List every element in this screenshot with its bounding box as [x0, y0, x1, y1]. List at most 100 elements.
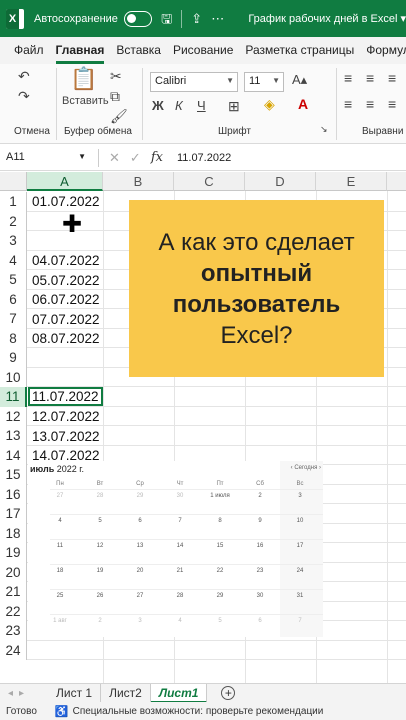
column-header-a[interactable]: A	[27, 172, 103, 191]
calendar-today[interactable]: Сегодня	[294, 465, 317, 471]
font-size-select[interactable]: 11 ▼	[244, 72, 284, 92]
column-header-e[interactable]: E	[316, 172, 387, 191]
calendar-day[interactable]: 29	[130, 493, 150, 499]
calendar-day[interactable]: 31	[290, 593, 310, 599]
calendar-day[interactable]: 12	[90, 543, 110, 549]
calendar-day[interactable]: 17	[290, 543, 310, 549]
column-header-b[interactable]: B	[103, 172, 174, 191]
calendar-day[interactable]: 27	[50, 493, 70, 499]
tab-file[interactable]: Файл	[10, 43, 52, 64]
accessibility-icon[interactable]: ♿	[55, 705, 69, 718]
insert-function-button[interactable]: fx	[151, 150, 163, 165]
row-header[interactable]: 4	[0, 250, 27, 270]
cell-a12[interactable]: 12.07.2022	[28, 407, 103, 426]
save-icon[interactable]: 🖫	[160, 11, 173, 27]
calendar-day[interactable]: 5	[210, 618, 230, 624]
formula-input[interactable]: 11.07.2022	[177, 152, 231, 164]
sheet-tab-list-1[interactable]: Лист 1	[48, 683, 102, 703]
tab-home[interactable]: Главная	[52, 43, 113, 64]
calendar-day[interactable]: 20	[130, 568, 150, 574]
row-header[interactable]: 21	[0, 582, 27, 602]
tab-formulas[interactable]: Формулы	[362, 43, 406, 64]
row-header[interactable]: 20	[0, 562, 27, 582]
calendar-day[interactable]: 3	[290, 493, 310, 499]
calendar-day[interactable]: 28	[90, 493, 110, 499]
cell-a6[interactable]: 06.07.2022	[28, 290, 103, 309]
italic-button[interactable]: К	[175, 98, 183, 113]
row-header[interactable]: 8	[0, 328, 27, 348]
align-top-icon[interactable]: ≡	[344, 70, 352, 86]
format-painter-icon[interactable]: 🖌	[110, 108, 128, 125]
calendar-day[interactable]: 11	[50, 543, 70, 549]
bold-button[interactable]: Ж	[152, 98, 164, 113]
column-header-d[interactable]: D	[245, 172, 316, 191]
calendar-day[interactable]: 19	[90, 568, 110, 574]
row-header[interactable]: 16	[0, 484, 27, 504]
font-name-select[interactable]: Calibri ▼	[150, 72, 238, 92]
row-header[interactable]: 11	[0, 387, 27, 407]
paste-icon[interactable]: 📋	[70, 66, 97, 92]
underline-button[interactable]: Ч	[197, 98, 206, 113]
calendar-day[interactable]: 26	[90, 593, 110, 599]
calendar-day[interactable]: 7	[170, 518, 190, 524]
calendar-day[interactable]: 9	[250, 518, 270, 524]
undo-icon[interactable]: ↶	[18, 68, 30, 85]
calendar-day[interactable]: 22	[210, 568, 230, 574]
document-title[interactable]: График рабочих дней в Excel ▾	[248, 12, 406, 25]
calendar-day[interactable]: 1 авг	[50, 618, 70, 624]
calendar-day[interactable]: 1 июля	[210, 493, 230, 499]
fill-color-icon[interactable]: ◈	[264, 96, 275, 113]
cancel-icon[interactable]: ✕	[109, 150, 120, 166]
name-box[interactable]: A11 ▼	[0, 147, 92, 169]
calendar-day[interactable]: 23	[250, 568, 270, 574]
borders-icon[interactable]: ⊞	[228, 98, 240, 115]
sheet-tab-list1[interactable]: Лист1	[150, 683, 208, 703]
row-header[interactable]: 18	[0, 523, 27, 543]
row-header[interactable]: 6	[0, 289, 27, 309]
redo-icon[interactable]: ↷	[18, 88, 30, 105]
calendar-day[interactable]: 27	[130, 593, 150, 599]
row-header[interactable]: 14	[0, 445, 27, 465]
calendar-day[interactable]: 6	[250, 618, 270, 624]
calendar-day[interactable]: 24	[290, 568, 310, 574]
sheet-nav-arrows-icon[interactable]: ◂▸	[0, 688, 48, 699]
align-right-icon[interactable]: ≡	[388, 96, 396, 112]
row-header[interactable]: 23	[0, 621, 27, 641]
row-header[interactable]: 10	[0, 367, 27, 387]
calendar-day[interactable]: 16	[250, 543, 270, 549]
row-header[interactable]: 1	[0, 192, 27, 212]
cell-a1[interactable]: 01.07.2022	[28, 192, 103, 211]
calendar-day[interactable]: 2	[250, 493, 270, 499]
calendar-day[interactable]: 25	[50, 593, 70, 599]
calendar-day[interactable]: 2	[90, 618, 110, 624]
sheet-tab-list2[interactable]: Лист2	[101, 683, 151, 703]
font-color-icon[interactable]: A	[298, 96, 308, 112]
row-header[interactable]: 12	[0, 406, 27, 426]
calendar-day[interactable]: 5	[90, 518, 110, 524]
confirm-icon[interactable]: ✓	[130, 150, 141, 166]
row-header[interactable]: 7	[0, 309, 27, 329]
select-all-corner[interactable]	[0, 172, 27, 191]
calendar-day[interactable]: 7	[290, 618, 310, 624]
calendar-day[interactable]: 14	[170, 543, 190, 549]
calendar-day[interactable]: 28	[170, 593, 190, 599]
calendar-day[interactable]: 6	[130, 518, 150, 524]
share-icon[interactable]: ⇪	[190, 11, 203, 27]
calendar-day[interactable]: 10	[290, 518, 310, 524]
add-sheet-icon[interactable]: +	[221, 686, 236, 700]
calendar-day[interactable]: 4	[50, 518, 70, 524]
row-header[interactable]: 3	[0, 231, 27, 251]
tab-insert[interactable]: Вставка	[112, 43, 169, 64]
row-header[interactable]: 2	[0, 211, 27, 231]
calendar-day[interactable]: 21	[170, 568, 190, 574]
tab-page-layout[interactable]: Разметка страницы	[241, 43, 362, 64]
row-header[interactable]: 19	[0, 543, 27, 563]
increase-font-icon[interactable]: A▴	[292, 72, 307, 88]
row-header[interactable]: 15	[0, 465, 27, 485]
calendar-day[interactable]: 3	[130, 618, 150, 624]
accessibility-status[interactable]: Специальные возможности: проверьте реком…	[73, 706, 324, 717]
calendar-day[interactable]: 13	[130, 543, 150, 549]
row-header[interactable]: 9	[0, 348, 27, 368]
calendar-day[interactable]: 8	[210, 518, 230, 524]
paste-button[interactable]: Вставить	[62, 95, 109, 107]
